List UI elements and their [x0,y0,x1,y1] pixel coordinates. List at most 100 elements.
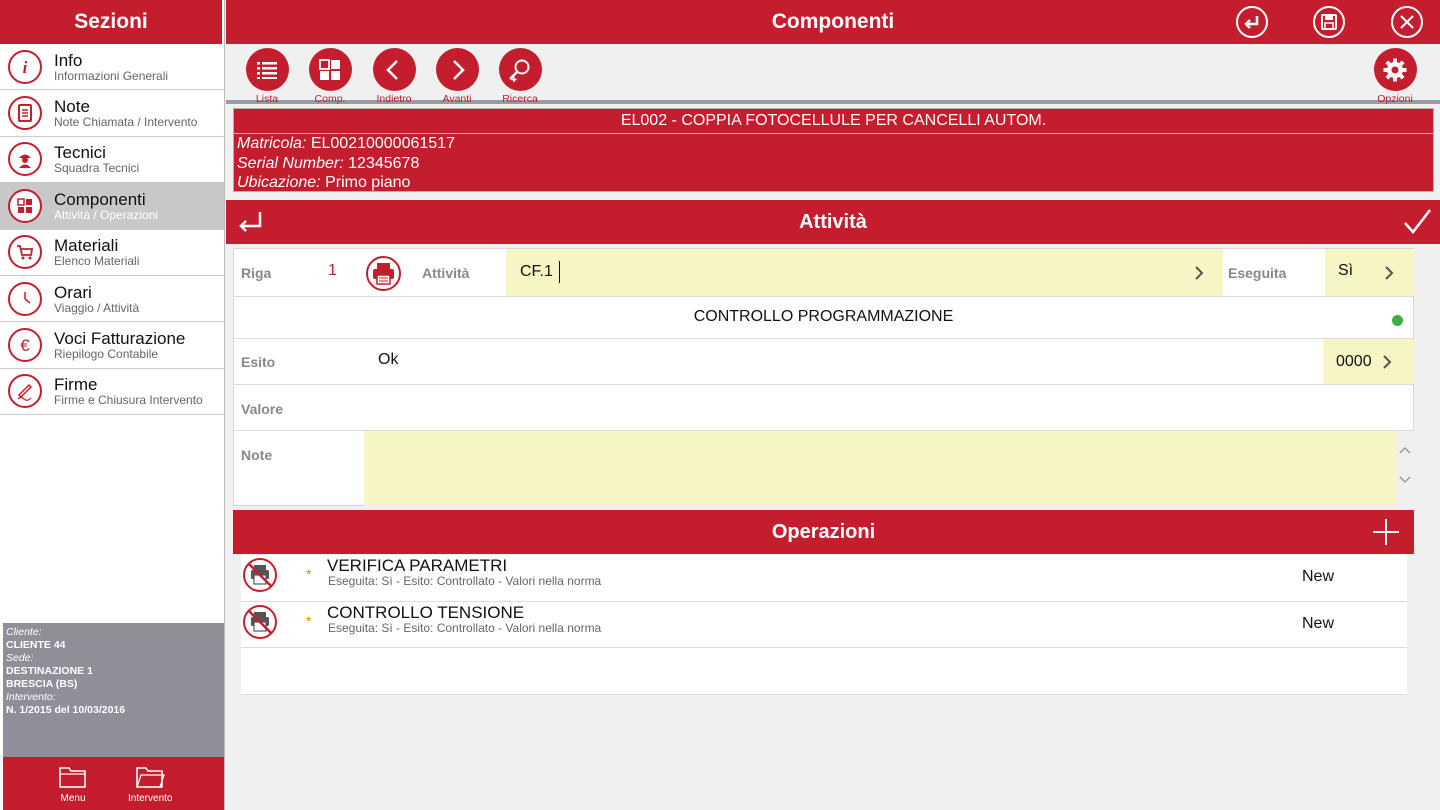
operation-status: New [1302,614,1335,632]
operazioni-title: Operazioni [771,520,876,543]
eseguita-value: Sì [1338,262,1354,279]
opzioni-button[interactable]: Opzioni [1365,48,1425,105]
operation-subtitle: Eseguita: Sì - Esito: Controllato - Valo… [328,620,602,635]
no-print-icon[interactable] [243,604,277,639]
components-icon [8,188,42,223]
esito-value[interactable]: Ok [378,351,398,369]
print-button[interactable] [366,256,401,291]
close-button[interactable] [1391,6,1423,38]
sidebar-item-orari[interactable]: Orari Viaggio / Attività [0,275,224,323]
top-bar: Componenti [226,0,1440,44]
svg-text:i: i [23,58,28,77]
intervention-value: N. 1/2015 del 10/03/2016 [6,704,126,716]
sidebar-item-componenti[interactable]: Componenti Attività / Operazioni [0,183,224,230]
chevron-left-icon [372,48,416,91]
chevron-right-icon [1385,266,1394,280]
ricerca-button[interactable]: Ricerca [490,48,550,105]
sidebar-item-label: Firme [54,375,98,395]
checkmark-icon[interactable] [1402,207,1432,237]
ricerca-label: Ricerca [502,93,538,105]
grid-icon [308,48,352,91]
no-print-icon[interactable] [243,558,277,592]
comp-button[interactable]: Comp. [300,48,360,105]
eseguita-label: Eseguita [1228,265,1287,281]
serial-value: 12345678 [348,154,420,172]
opzioni-label: Opzioni [1377,93,1413,105]
attivita-field[interactable]: CF.1 [506,249,1223,296]
notes-icon [8,96,42,131]
chevron-down-icon [1399,476,1411,484]
eseguita-field[interactable]: Sì [1325,249,1414,296]
list-item[interactable]: * CONTROLLO TENSIONE Eseguita: Sì - Esit… [241,602,1407,648]
note-textarea[interactable] [364,431,1396,506]
note-scrollbar[interactable] [1396,431,1414,506]
comp-label: Comp. [314,93,346,105]
riga-label: Riga [241,265,272,281]
sidebar-item-sublabel: Riepilogo Contabile [54,347,159,362]
sidebar-item-note[interactable]: Note Note Chiamata / Intervento [0,90,224,137]
sidebar-item-label: Componenti [54,189,146,209]
valore-input[interactable] [364,385,1414,430]
save-button[interactable] [1313,6,1345,38]
sidebar-item-sublabel: Viaggio / Attività [54,300,140,315]
lista-label: Lista [255,93,279,105]
component-title: EL002 - COPPIA FOTOCELLULE PER CANCELLI … [234,109,1433,134]
esito-code-value: 0000 [1336,353,1372,370]
lista-button[interactable]: Lista [237,48,297,105]
sidebar-item-sublabel: Note Chiamata / Intervento [54,115,198,130]
esito-code-field[interactable]: 0000 [1323,339,1414,384]
sidebar-item-materiali[interactable]: Materiali Elenco Materiali [0,229,224,276]
sidebar-title: Sezioni [0,0,224,44]
euro-icon: € [8,328,42,363]
sidebar-item-tecnici[interactable]: Tecnici Squadra Tecnici [0,136,224,184]
operation-title: CONTROLLO TENSIONE [327,602,525,622]
site-label: Sede: [6,652,34,664]
row-esito: Esito Ok 0000 [234,339,1414,385]
ubicazione-value: Primo piano [325,174,411,191]
return-icon[interactable] [236,207,266,237]
return-button[interactable] [1236,6,1268,38]
operation-title: VERIFICA PARAMETRI [327,556,508,575]
site-value-line1: DESTINAZIONE 1 [6,665,93,677]
sidebar-item-sublabel: Attività / Operazioni [54,207,159,222]
technician-icon [8,142,42,177]
signature-icon [8,374,42,409]
search-icon [498,48,542,91]
note-label: Note [241,447,273,463]
intervento-button[interactable]: Intervento [128,764,172,804]
matricola-value: EL00210000061517 [310,135,455,152]
toolbar: Lista Comp. Indietro Avanti Ricerca Opzi… [226,44,1440,105]
sidebar-item-label: Orari [54,282,92,302]
ubicazione-label: Ubicazione: [237,174,321,191]
sidebar: Sezioni i Info Informazioni Generali Note… [0,0,225,810]
info-icon: i [8,49,42,84]
matricola-line: Matricola: EL00210000061517 [234,134,1433,154]
return-icon [1244,16,1259,29]
sidebar-item-sublabel: Elenco Materiali [54,254,140,269]
sidebar-item-info[interactable]: i Info Informazioni Generali [0,44,224,91]
ubicazione-line: Ubicazione: Primo piano [234,173,1433,193]
attivita-title: Attività [799,210,867,233]
intervento-button-label: Intervento [128,792,173,804]
sidebar-item-firme[interactable]: Firme Firme e Chiusura Intervento [0,368,224,416]
menu-button-label: Menu [60,792,86,804]
attivita-field-value: CF.1 [520,263,553,280]
avanti-button[interactable]: Avanti [427,48,487,105]
page-title: Componenti [771,10,895,33]
matricola-label: Matricola: [237,135,307,152]
gear-icon [1373,48,1417,91]
serial-line: Serial Number: 12345678 [234,154,1433,174]
plus-icon[interactable] [1372,518,1400,546]
client-info-panel: Cliente: CLIENTE 44 Sede: DESTINAZIONE 1… [3,623,224,757]
attivita-header: Attività [226,200,1440,244]
sidebar-footer: Menu Intervento [3,757,224,810]
menu-button[interactable]: Menu [58,764,88,804]
list-item[interactable]: * VERIFICA PARAMETRI Eseguita: Sì - Esit… [241,555,1407,602]
intervention-label: Intervento: [6,691,56,703]
indietro-button[interactable]: Indietro [364,48,424,105]
attivita-form: Riga 1 Attività CF.1 Eseguita Sì CONTROL… [233,248,1414,506]
unsaved-marker: * [306,612,312,629]
sidebar-item-voci-fatturazione[interactable]: € Voci Fatturazione Riepilogo Contabile [0,322,224,369]
operation-status: New [1302,568,1335,585]
sidebar-item-label: Voci Fatturazione [54,329,186,349]
